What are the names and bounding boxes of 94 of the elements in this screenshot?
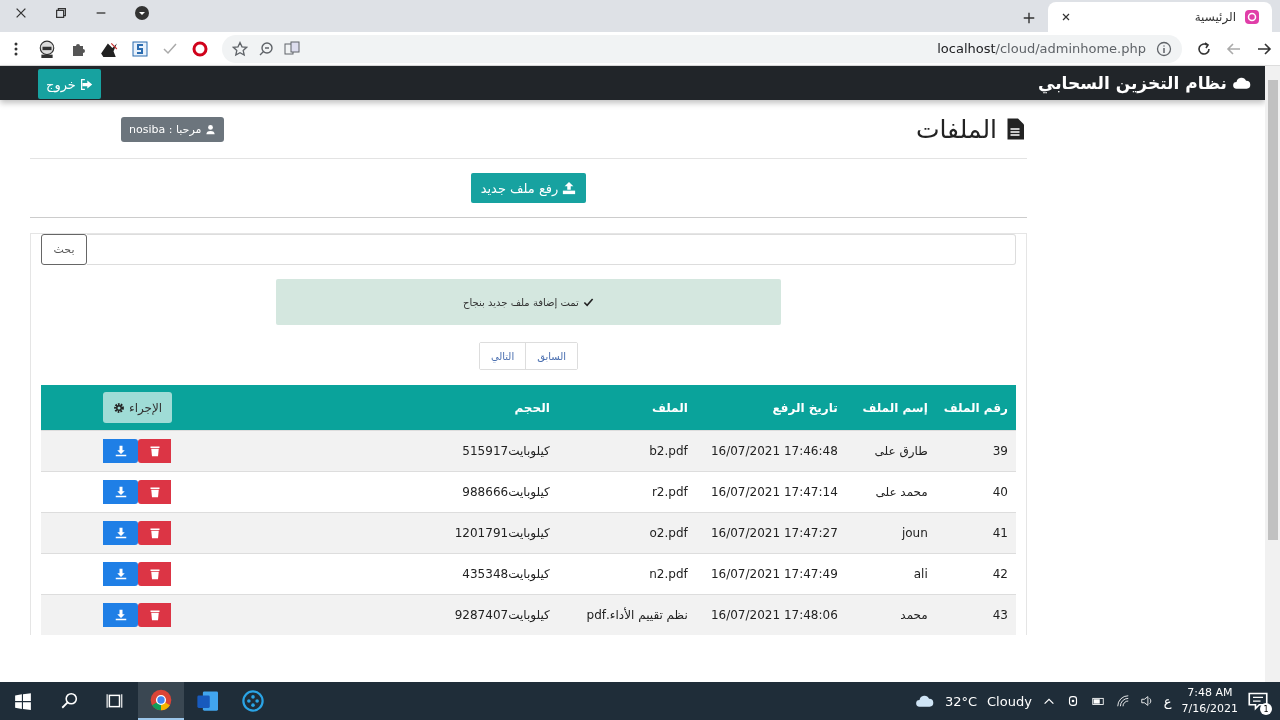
delete-button[interactable] bbox=[138, 603, 171, 627]
chrome-icon[interactable] bbox=[150, 689, 172, 711]
table-cell: نظم تقييم الأداء.pdf bbox=[586, 608, 688, 622]
delete-button[interactable] bbox=[138, 439, 171, 463]
trash-icon bbox=[148, 486, 161, 498]
scrollbar[interactable] bbox=[1265, 66, 1280, 682]
new-tab-icon[interactable] bbox=[1022, 11, 1036, 25]
welcome-badge: مرحبا : nosiba bbox=[121, 116, 225, 142]
table-cell: 16/07/2021 17:47:49 bbox=[710, 567, 838, 581]
download-icon bbox=[114, 527, 127, 539]
reload-icon[interactable] bbox=[1196, 40, 1212, 57]
table-cell: o2.pdf bbox=[649, 526, 688, 540]
sign-out-icon bbox=[79, 77, 93, 91]
table-cell: محمد bbox=[900, 608, 928, 622]
clock[interactable]: 7:48 AM 7/16/2021 bbox=[1181, 685, 1238, 717]
search-icon[interactable] bbox=[60, 692, 78, 710]
download-icon bbox=[114, 445, 127, 457]
info-icon[interactable] bbox=[1156, 40, 1172, 57]
table-cell: 16/07/2021 17:47:14 bbox=[710, 485, 838, 499]
notification-count: 1 bbox=[1260, 703, 1272, 715]
table-cell: joun bbox=[901, 526, 928, 540]
download-icon bbox=[114, 568, 127, 580]
table-cell: 43 bbox=[992, 608, 1008, 622]
column-header: الملف bbox=[557, 385, 696, 431]
zoom-icon[interactable] bbox=[258, 40, 274, 57]
table-cell: b2.pdf bbox=[649, 444, 688, 458]
avatar-icon[interactable] bbox=[38, 39, 56, 58]
table-cell: 435348كيلوبايت bbox=[462, 567, 550, 581]
user-icon bbox=[205, 123, 217, 135]
browser-tab[interactable]: الرئيسية bbox=[1048, 2, 1272, 32]
table-cell: 515917كيلوبايت bbox=[462, 444, 550, 458]
app-icon bbox=[1244, 9, 1260, 25]
column-header: إسم الملف bbox=[845, 385, 936, 431]
speaker-icon[interactable] bbox=[1139, 694, 1154, 708]
download-button[interactable] bbox=[103, 521, 138, 545]
table-cell: 41 bbox=[992, 526, 1008, 540]
table-cell: 9287407كيلوبايت bbox=[454, 608, 550, 622]
trash-icon bbox=[148, 445, 161, 457]
gear-icon bbox=[113, 401, 125, 414]
column-header: تاريخ الرفع bbox=[695, 385, 846, 431]
download-button[interactable] bbox=[103, 562, 138, 586]
table-cell: r2.pdf bbox=[651, 485, 688, 499]
wifi-icon[interactable] bbox=[1115, 694, 1130, 708]
search-field[interactable] bbox=[87, 234, 1016, 265]
close-icon[interactable] bbox=[1060, 11, 1072, 23]
trash-icon bbox=[148, 527, 161, 539]
task-view-icon[interactable] bbox=[106, 692, 124, 710]
notification-icon[interactable] bbox=[1248, 691, 1268, 711]
actions-header-button[interactable]: الإجراء bbox=[103, 392, 173, 423]
search-button[interactable]: بحث bbox=[41, 234, 87, 265]
temperature-text: 32°C bbox=[944, 693, 977, 709]
table-cell: 1201791كيلوبايت bbox=[454, 526, 550, 540]
back-arrow-icon[interactable] bbox=[1256, 40, 1272, 57]
column-header: الحجم bbox=[237, 385, 558, 431]
pagination-link[interactable]: التالي bbox=[479, 343, 527, 369]
page-title: الملفات bbox=[915, 114, 997, 144]
square-icon[interactable] bbox=[132, 40, 148, 57]
weather-text: Cloudy bbox=[987, 693, 1032, 709]
table-cell: n2.pdf bbox=[649, 567, 688, 581]
language-indicator[interactable]: ع bbox=[1163, 693, 1172, 709]
ring-icon[interactable] bbox=[192, 40, 208, 57]
table-cell: 40 bbox=[992, 485, 1008, 499]
windows-icon[interactable] bbox=[14, 692, 32, 710]
star-icon[interactable] bbox=[232, 40, 248, 57]
site-title: نظام التخزين السحابي bbox=[1038, 73, 1227, 93]
download-button[interactable] bbox=[103, 439, 138, 463]
delete-button[interactable] bbox=[138, 562, 171, 586]
trash-icon bbox=[148, 609, 161, 621]
table-cell: 42 bbox=[992, 567, 1008, 581]
table-cell: ali bbox=[913, 567, 928, 581]
delete-button[interactable] bbox=[138, 480, 171, 504]
trash-icon bbox=[148, 568, 161, 580]
download-icon bbox=[114, 609, 127, 621]
delete-button[interactable] bbox=[138, 521, 171, 545]
table-cell: 39 bbox=[992, 444, 1008, 458]
table-cell: 16/07/2021 17:46:48 bbox=[710, 444, 838, 458]
download-button[interactable] bbox=[103, 480, 138, 504]
column-header: رقم الملف bbox=[935, 385, 1016, 431]
tab-search-icon[interactable] bbox=[134, 5, 150, 21]
download-icon bbox=[114, 486, 127, 498]
table-cell: 16/07/2021 17:48:06 bbox=[710, 608, 838, 622]
table-cell: 988666كيلوبايت bbox=[462, 485, 550, 499]
alert-text: تمت إضافة ملف جديد بنجاح bbox=[463, 296, 579, 308]
download-button[interactable] bbox=[103, 603, 138, 627]
table-cell: 16/07/2021 17:47:27 bbox=[710, 526, 838, 540]
table-cell: محمد على bbox=[875, 485, 928, 499]
document-app-icon[interactable] bbox=[196, 690, 218, 712]
film-reel-icon[interactable] bbox=[242, 690, 264, 712]
restore-icon[interactable] bbox=[54, 6, 68, 20]
close-icon[interactable] bbox=[14, 6, 28, 20]
check-icon bbox=[582, 296, 594, 308]
upload-icon bbox=[562, 181, 577, 195]
table-cell: طارق على bbox=[874, 444, 928, 458]
url-text[interactable]: localhost/cloud/adminhome.php bbox=[937, 41, 1146, 56]
